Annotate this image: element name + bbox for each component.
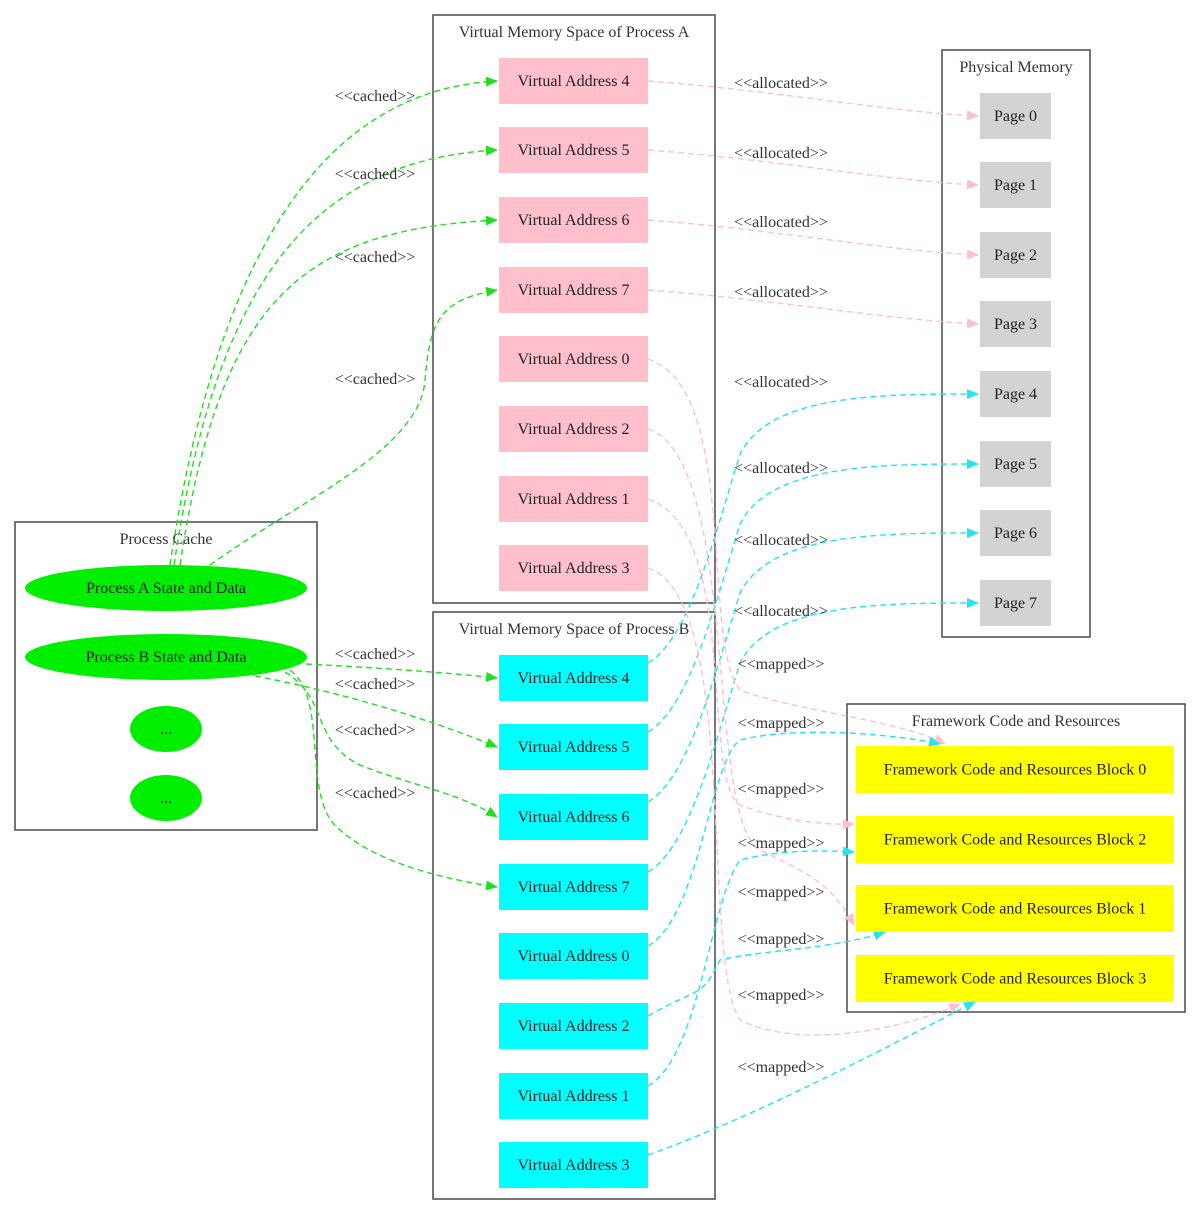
physical-page-node[interactable]: Page 1	[980, 162, 1051, 208]
process-b-virtual-address-node-label: Virtual Address 5	[518, 739, 630, 756]
physical-page-node[interactable]: Page 6	[980, 510, 1051, 556]
physical-page-node[interactable]: Page 0	[980, 93, 1051, 139]
physical-page-node-label: Page 5	[994, 456, 1037, 473]
physical-page-node-label: Page 4	[994, 386, 1037, 403]
process-a-virtual-address-node-label: Virtual Address 2	[518, 421, 630, 438]
cluster-process-a-title: Virtual Memory Space of Process A	[459, 24, 690, 41]
process-b-virtual-address-node-label: Virtual Address 4	[518, 670, 630, 687]
physical-page-node[interactable]: Page 5	[980, 441, 1051, 487]
edge-label-mapped: <<mapped>>	[738, 1059, 825, 1076]
process-b-virtual-address-node[interactable]: Virtual Address 4	[499, 655, 648, 701]
cache-state-node[interactable]: Process B State and Data	[25, 634, 307, 680]
process-b-virtual-address-node[interactable]: Virtual Address 7	[499, 864, 648, 910]
edge-label-cached: <<cached>>	[335, 722, 416, 739]
process-a-virtual-address-node-label: Virtual Address 0	[518, 351, 630, 368]
process-b-virtual-address-node[interactable]: Virtual Address 2	[499, 1003, 648, 1049]
physical-page-node-label: Page 1	[994, 177, 1037, 194]
process-b-virtual-address-node-label: Virtual Address 2	[518, 1018, 630, 1035]
edge-label-mapped: <<mapped>>	[738, 931, 825, 948]
process-a-virtual-address-node[interactable]: Virtual Address 6	[499, 197, 648, 243]
edge-label-allocated: <<allocated>>	[734, 460, 828, 477]
edge-label-allocated: <<allocated>>	[734, 75, 828, 92]
framework-block-node[interactable]: Framework Code and Resources Block 3	[856, 955, 1174, 1002]
framework-block-node[interactable]: Framework Code and Resources Block 0	[856, 746, 1174, 793]
physical-page-node-label: Page 0	[994, 108, 1037, 125]
process-a-virtual-address-node[interactable]: Virtual Address 7	[499, 267, 648, 313]
edge-label-mapped: <<mapped>>	[738, 884, 825, 901]
memory-diagram: Virtual Memory Space of Process A Virtua…	[14, 14, 1186, 1200]
edge-label-cached: <<cached>>	[335, 249, 416, 266]
edge-label-cached: <<cached>>	[335, 646, 416, 663]
physical-page-node-label: Page 2	[994, 247, 1037, 264]
edge-label-cached: <<cached>>	[335, 88, 416, 105]
cluster-framework-title: Framework Code and Resources	[912, 713, 1120, 730]
cache-state-label: ...	[160, 721, 172, 738]
physical-page-node-label: Page 3	[994, 316, 1037, 333]
framework-block-node-label: Framework Code and Resources Block 1	[884, 901, 1147, 918]
process-a-virtual-address-node-label: Virtual Address 4	[518, 73, 630, 90]
process-a-virtual-address-node[interactable]: Virtual Address 2	[499, 406, 648, 452]
process-b-virtual-address-node[interactable]: Virtual Address 3	[499, 1142, 648, 1188]
edge-label-mapped: <<mapped>>	[738, 835, 825, 852]
process-a-virtual-address-node[interactable]: Virtual Address 0	[499, 336, 648, 382]
edge-label-allocated: <<allocated>>	[734, 214, 828, 231]
framework-block-node-label: Framework Code and Resources Block 3	[884, 971, 1147, 988]
process-b-virtual-address-node[interactable]: Virtual Address 5	[499, 724, 648, 770]
physical-page-node-label: Page 6	[994, 525, 1037, 542]
cache-state-node[interactable]: Process A State and Data	[25, 565, 307, 611]
process-a-virtual-address-node[interactable]: Virtual Address 1	[499, 476, 648, 522]
process-b-virtual-address-node[interactable]: Virtual Address 0	[499, 933, 648, 979]
process-a-virtual-address-node-label: Virtual Address 6	[518, 212, 630, 229]
cache-state-label: Process A State and Data	[86, 580, 246, 597]
process-b-virtual-address-node[interactable]: Virtual Address 1	[499, 1073, 648, 1119]
edge-label-mapped: <<mapped>>	[738, 987, 825, 1004]
physical-page-node[interactable]: Page 7	[980, 580, 1051, 626]
process-b-virtual-address-node-label: Virtual Address 7	[518, 879, 630, 896]
framework-block-node-label: Framework Code and Resources Block 2	[884, 832, 1147, 849]
edge-label-allocated: <<allocated>>	[734, 284, 828, 301]
edge-label-cached: <<cached>>	[335, 676, 416, 693]
edge-label-allocated: <<allocated>>	[734, 145, 828, 162]
framework-block-node[interactable]: Framework Code and Resources Block 1	[856, 885, 1174, 932]
process-b-virtual-address-node-label: Virtual Address 6	[518, 809, 630, 826]
cache-state-label: Process B State and Data	[86, 649, 247, 666]
process-b-virtual-address-node[interactable]: Virtual Address 6	[499, 794, 648, 840]
process-b-virtual-address-node-label: Virtual Address 3	[518, 1157, 630, 1174]
physical-page-node[interactable]: Page 4	[980, 371, 1051, 417]
edge-label-cached: <<cached>>	[335, 371, 416, 388]
process-a-virtual-address-node-label: Virtual Address 3	[518, 560, 630, 577]
cluster-process-cache-title: Process Cache	[120, 531, 213, 548]
process-a-virtual-address-node[interactable]: Virtual Address 4	[499, 58, 648, 104]
process-b-virtual-address-node-label: Virtual Address 1	[518, 1088, 630, 1105]
cluster-process-b-title: Virtual Memory Space of Process B	[459, 621, 690, 638]
process-b-virtual-address-node-label: Virtual Address 0	[518, 948, 630, 965]
edge-label-mapped: <<mapped>>	[738, 715, 825, 732]
edge-label-cached: <<cached>>	[335, 785, 416, 802]
edge-label-mapped: <<mapped>>	[738, 781, 825, 798]
process-a-virtual-address-node[interactable]: Virtual Address 5	[499, 127, 648, 173]
edge-label-allocated: <<allocated>>	[734, 374, 828, 391]
edge-label-mapped: <<mapped>>	[738, 656, 825, 673]
cache-state-node[interactable]: ...	[130, 706, 202, 752]
process-a-virtual-address-node-label: Virtual Address 1	[518, 491, 630, 508]
cluster-physical-memory-title: Physical Memory	[959, 59, 1072, 76]
framework-block-node[interactable]: Framework Code and Resources Block 2	[856, 816, 1174, 863]
process-a-virtual-address-node-label: Virtual Address 7	[518, 282, 630, 299]
cache-state-label: ...	[160, 790, 172, 807]
process-a-virtual-address-node-label: Virtual Address 5	[518, 142, 630, 159]
physical-page-node[interactable]: Page 2	[980, 232, 1051, 278]
framework-block-node-label: Framework Code and Resources Block 0	[884, 762, 1147, 779]
cache-state-node[interactable]: ...	[130, 775, 202, 821]
physical-page-node-label: Page 7	[994, 595, 1037, 612]
process-a-virtual-address-node[interactable]: Virtual Address 3	[499, 545, 648, 591]
physical-page-node[interactable]: Page 3	[980, 301, 1051, 347]
edge-label-cached: <<cached>>	[335, 166, 416, 183]
edge-label-allocated: <<allocated>>	[734, 532, 828, 549]
edge-label-allocated: <<allocated>>	[734, 603, 828, 620]
